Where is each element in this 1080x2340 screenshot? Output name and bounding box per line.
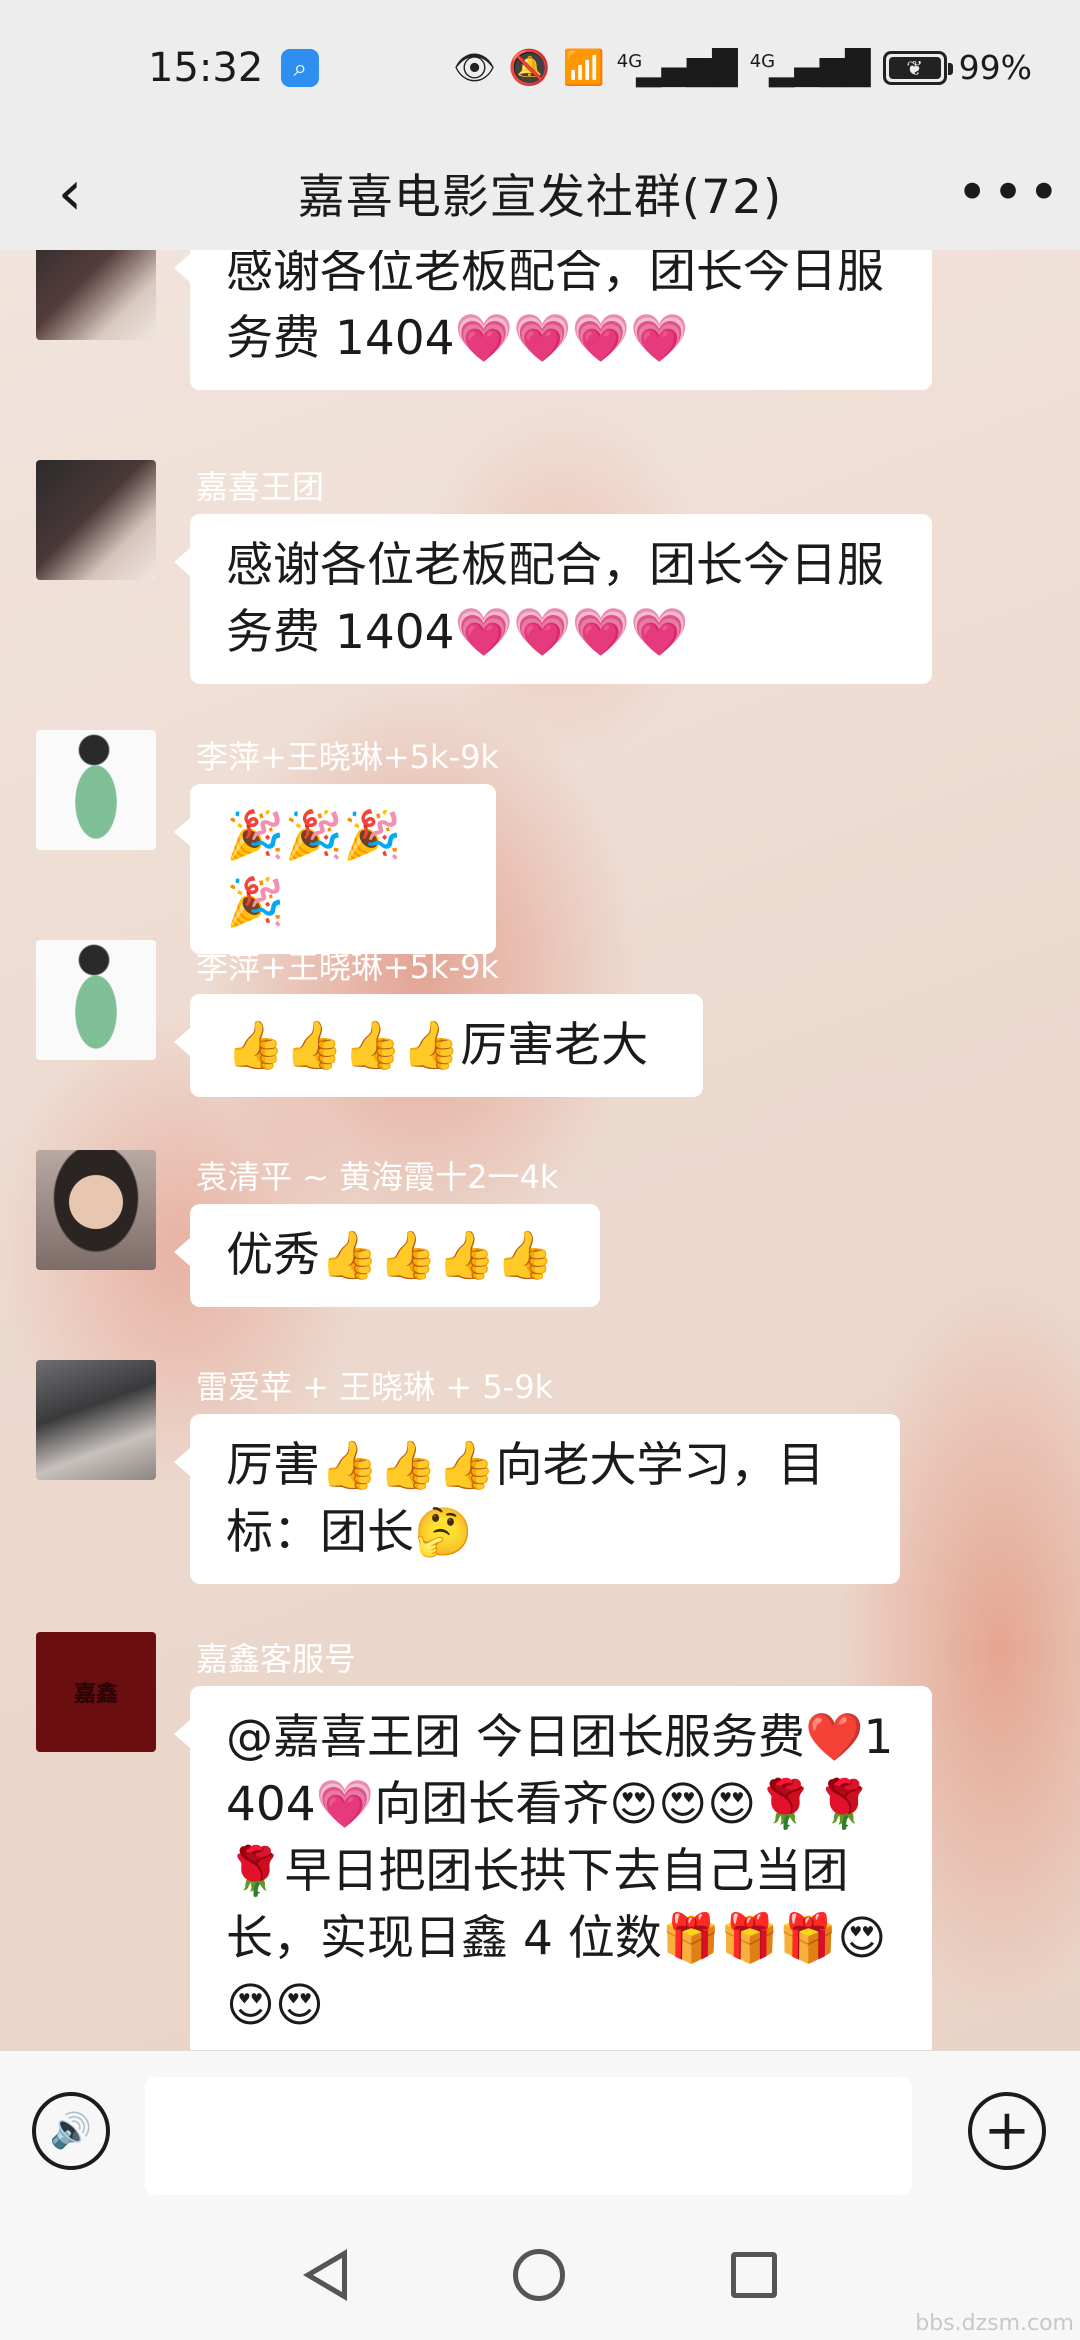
status-left: 15:32 ⌕ [148, 44, 320, 91]
nav-recent-icon[interactable] [731, 2252, 777, 2298]
plus-button[interactable]: + [968, 2092, 1046, 2170]
avatar[interactable] [36, 250, 156, 340]
watermark: bbs.dzsm.com [915, 2311, 1074, 2336]
avatar-logo: 嘉鑫 [73, 1682, 118, 1707]
message-item: 李萍+王晓琳+5k-9k 👍👍👍👍厉害老大 [36, 940, 1036, 1120]
chat-header: ‹ 嘉喜电影宣发社群(72) ••• [0, 135, 1080, 250]
more-button[interactable]: ••• [956, 157, 1060, 227]
message-bubble[interactable]: 感谢各位老板配合，团长今日服务费 1404💗💗💗💗 [174, 250, 932, 390]
nav-home-icon[interactable] [513, 2249, 565, 2301]
message-bubble[interactable]: 🎉🎉🎉🎉 [174, 784, 496, 954]
chevron-left-icon: ‹ [57, 155, 83, 229]
avatar[interactable] [36, 1150, 156, 1270]
sender-name: 雷爱苹 + 王晓琳 + 5-9k [196, 1368, 554, 1406]
signal-2-icon: 4G▂▄▆█ [749, 48, 871, 87]
message-bubble[interactable]: @嘉喜王团 今日团长服务费❤️1404💗向团长看齐😍😍😍🌹🌹🌹早日把团长拱下去自… [174, 1686, 932, 2050]
avatar[interactable] [36, 730, 156, 850]
message-item: 李萍+王晓琳+5k-9k 🎉🎉🎉🎉 [36, 730, 1036, 954]
avatar[interactable] [36, 1360, 156, 1480]
sender-name: 嘉喜王团 [196, 468, 325, 506]
battery-percent: 99% [958, 48, 1032, 87]
message-item: 雷爱苹 + 王晓琳 + 5-9k 厉害👍👍👍向老大学习，目标：团长🤔 [36, 1360, 1036, 1610]
message-bubble[interactable]: 厉害👍👍👍向老大学习，目标：团长🤔 [174, 1414, 900, 1584]
message-item: 感谢各位老板配合，团长今日服务费 1404💗💗💗💗 [36, 250, 1036, 400]
voice-button[interactable]: 🔊 [32, 2092, 110, 2170]
message-item: 嘉喜王团 感谢各位老板配合，团长今日服务费 1404💗💗💗💗 [36, 460, 1036, 710]
sender-name: 嘉鑫客服号 [196, 1640, 357, 1678]
mute-bell-icon: 🔕 [508, 47, 551, 88]
avatar[interactable] [36, 940, 156, 1060]
sender-name: 李萍+王晓琳+5k-9k [196, 738, 499, 776]
status-right: 👁 🔕 📶 4G▂▄▆█ 4G▂▄▆█ ❦ 99% [453, 48, 1032, 88]
back-button[interactable]: ‹ [40, 155, 100, 229]
message-bubble[interactable]: 👍👍👍👍厉害老大 [174, 994, 703, 1097]
input-bar: 🔊 + [0, 2050, 1080, 2210]
eye-icon: 👁 [452, 47, 497, 88]
wifi-icon: 📶 [562, 47, 605, 88]
more-dots-icon: ••• [956, 160, 1064, 224]
nav-back-icon[interactable] [303, 2249, 347, 2301]
voice-icon: 🔊 [49, 2111, 93, 2151]
message-item: 嘉鑫 嘉鑫客服号 @嘉喜王团 今日团长服务费❤️1404💗向团长看齐😍😍😍🌹🌹🌹… [36, 1632, 1036, 2050]
plus-icon: + [983, 2098, 1031, 2163]
chat-area[interactable]: 感谢各位老板配合，团长今日服务费 1404💗💗💗💗 嘉喜王团 感谢各位老板配合，… [0, 250, 1080, 2050]
sender-name: 李萍+王晓琳+5k-9k [196, 948, 499, 986]
signal-1-icon: 4G▂▄▆█ [616, 48, 738, 87]
message-item: 袁清平 ~ 黄海霞十2一4k 优秀👍👍👍👍 [36, 1150, 1036, 1330]
avatar[interactable]: 嘉鑫 [36, 1632, 156, 1752]
status-time: 15:32 [148, 44, 264, 91]
battery-icon: ❦ [882, 50, 953, 85]
message-input[interactable] [145, 2077, 912, 2195]
sender-name: 袁清平 ~ 黄海霞十2一4k [196, 1158, 559, 1196]
message-bubble[interactable]: 优秀👍👍👍👍 [174, 1204, 600, 1307]
page-title: 嘉喜电影宣发社群(72) [297, 170, 783, 225]
message-bubble[interactable]: 感谢各位老板配合，团长今日服务费 1404💗💗💗💗 [174, 514, 932, 684]
search-app-icon: ⌕ [281, 48, 320, 87]
avatar[interactable] [36, 460, 156, 580]
status-bar: 15:32 ⌕ 👁 🔕 📶 4G▂▄▆█ 4G▂▄▆█ ❦ 99% [0, 0, 1080, 135]
